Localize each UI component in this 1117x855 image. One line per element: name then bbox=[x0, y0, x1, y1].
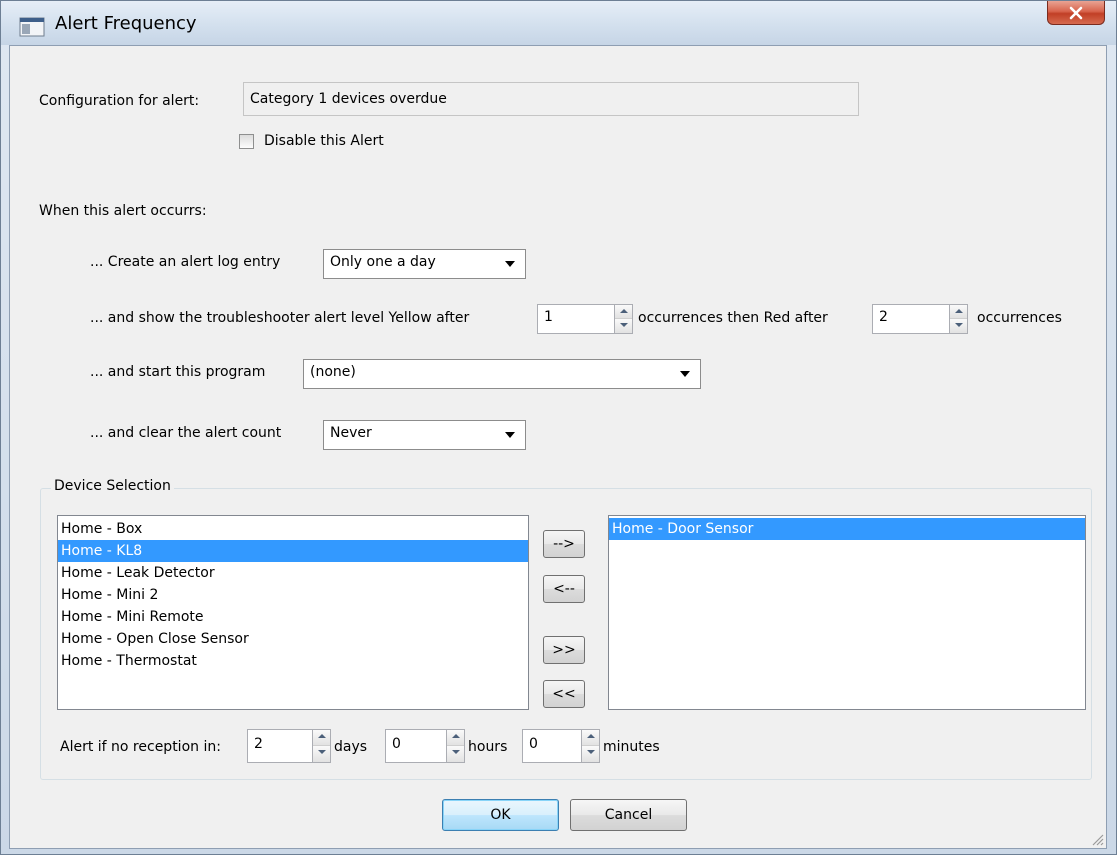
log-entry-label: ... Create an alert log entry bbox=[90, 254, 281, 270]
arrow-down-icon bbox=[620, 323, 628, 327]
stepper-up-button[interactable] bbox=[615, 305, 632, 319]
chevron-down-icon bbox=[505, 261, 515, 267]
hours-input[interactable]: 0 bbox=[385, 729, 447, 763]
minutes-stepper-buttons[interactable] bbox=[582, 729, 600, 763]
add-device-button[interactable]: --> bbox=[543, 530, 585, 558]
program-label: ... and start this program bbox=[90, 364, 266, 380]
hours-stepper[interactable]: 0 bbox=[385, 729, 465, 763]
stepper-down-button[interactable] bbox=[582, 746, 599, 762]
clear-count-value: Never bbox=[330, 425, 372, 441]
config-label: Configuration for alert: bbox=[39, 93, 200, 109]
days-input[interactable]: 2 bbox=[247, 729, 313, 763]
available-device-item[interactable]: Home - Box bbox=[58, 518, 528, 540]
cancel-button[interactable]: Cancel bbox=[570, 799, 687, 831]
yellow-after-stepper[interactable]: 1 bbox=[537, 304, 633, 334]
when-occurs-heading: When this alert occurrs: bbox=[39, 203, 207, 219]
clear-count-dropdown[interactable]: Never bbox=[323, 420, 526, 450]
chevron-down-icon bbox=[505, 432, 515, 438]
reception-label: Alert if no reception in: bbox=[60, 739, 221, 755]
arrow-down-icon bbox=[955, 323, 963, 327]
red-stepper-buttons[interactable] bbox=[950, 304, 968, 334]
arrow-down-icon bbox=[318, 750, 326, 754]
stepper-down-button[interactable] bbox=[313, 746, 330, 762]
stepper-down-button[interactable] bbox=[950, 319, 967, 333]
app-window-icon bbox=[19, 17, 45, 37]
available-device-item[interactable]: Home - Open Close Sensor bbox=[58, 628, 528, 650]
yellow-stepper-buttons[interactable] bbox=[615, 304, 633, 334]
then-red-label: occurrences then Red after bbox=[638, 310, 828, 326]
days-stepper-buttons[interactable] bbox=[313, 729, 331, 763]
minutes-label: minutes bbox=[603, 739, 660, 755]
stepper-down-button[interactable] bbox=[615, 319, 632, 333]
arrow-up-icon bbox=[620, 309, 628, 313]
ok-button[interactable]: OK bbox=[442, 799, 559, 831]
log-entry-value: Only one a day bbox=[330, 254, 436, 270]
clear-count-label: ... and clear the alert count bbox=[90, 425, 282, 441]
red-after-stepper[interactable]: 2 bbox=[872, 304, 968, 334]
stepper-up-button[interactable] bbox=[950, 305, 967, 319]
red-after-input[interactable]: 2 bbox=[872, 304, 950, 334]
remove-device-button[interactable]: <-- bbox=[543, 575, 585, 603]
close-icon bbox=[1069, 6, 1083, 19]
disable-alert-label: Disable this Alert bbox=[264, 133, 384, 149]
yellow-after-input[interactable]: 1 bbox=[537, 304, 615, 334]
program-value: (none) bbox=[310, 364, 356, 380]
arrow-up-icon bbox=[587, 734, 595, 738]
resize-grip-icon[interactable] bbox=[1090, 832, 1104, 846]
arrow-down-icon bbox=[587, 750, 595, 754]
add-all-devices-button[interactable]: >> bbox=[543, 636, 585, 664]
selected-device-item[interactable]: Home - Door Sensor bbox=[609, 518, 1085, 540]
arrow-down-icon bbox=[452, 750, 460, 754]
config-name-field[interactable]: Category 1 devices overdue bbox=[243, 82, 859, 116]
occurrences-label: occurrences bbox=[977, 310, 1062, 326]
available-device-item[interactable]: Home - Thermostat bbox=[58, 650, 528, 672]
available-device-item[interactable]: Home - Leak Detector bbox=[58, 562, 528, 584]
days-label: days bbox=[334, 739, 368, 755]
disable-alert-checkbox[interactable] bbox=[239, 134, 254, 149]
device-selection-title: Device Selection bbox=[51, 478, 174, 494]
days-stepper[interactable]: 2 bbox=[247, 729, 331, 763]
available-device-item[interactable]: Home - Mini Remote bbox=[58, 606, 528, 628]
available-devices-list[interactable]: Home - Box Home - KL8 Home - Leak Detector… bbox=[57, 515, 529, 710]
arrow-up-icon bbox=[452, 734, 460, 738]
hours-stepper-buttons[interactable] bbox=[447, 729, 465, 763]
available-device-item[interactable]: Home - Mini 2 bbox=[58, 584, 528, 606]
title-bar[interactable]: Alert Frequency bbox=[1, 1, 1116, 45]
available-device-item[interactable]: Home - KL8 bbox=[58, 540, 528, 562]
minutes-input[interactable]: 0 bbox=[522, 729, 582, 763]
chevron-down-icon bbox=[680, 371, 690, 377]
stepper-up-button[interactable] bbox=[447, 730, 464, 746]
stepper-up-button[interactable] bbox=[313, 730, 330, 746]
dialog-content: Configuration for alert: Category 1 devi… bbox=[9, 45, 1107, 849]
log-entry-dropdown[interactable]: Only one a day bbox=[323, 249, 526, 279]
stepper-up-button[interactable] bbox=[582, 730, 599, 746]
troubleshooter-label: ... and show the troubleshooter alert le… bbox=[90, 310, 470, 326]
selected-devices-list[interactable]: Home - Door Sensor bbox=[608, 515, 1086, 710]
alert-frequency-window: Alert Frequency Configuration for alert:… bbox=[0, 0, 1117, 855]
stepper-down-button[interactable] bbox=[447, 746, 464, 762]
program-dropdown[interactable]: (none) bbox=[303, 359, 701, 389]
close-button[interactable] bbox=[1047, 1, 1105, 25]
arrow-up-icon bbox=[955, 309, 963, 313]
remove-all-devices-button[interactable]: << bbox=[543, 680, 585, 708]
minutes-stepper[interactable]: 0 bbox=[522, 729, 600, 763]
window-title: Alert Frequency bbox=[55, 13, 197, 34]
hours-label: hours bbox=[468, 739, 508, 755]
arrow-up-icon bbox=[318, 734, 326, 738]
